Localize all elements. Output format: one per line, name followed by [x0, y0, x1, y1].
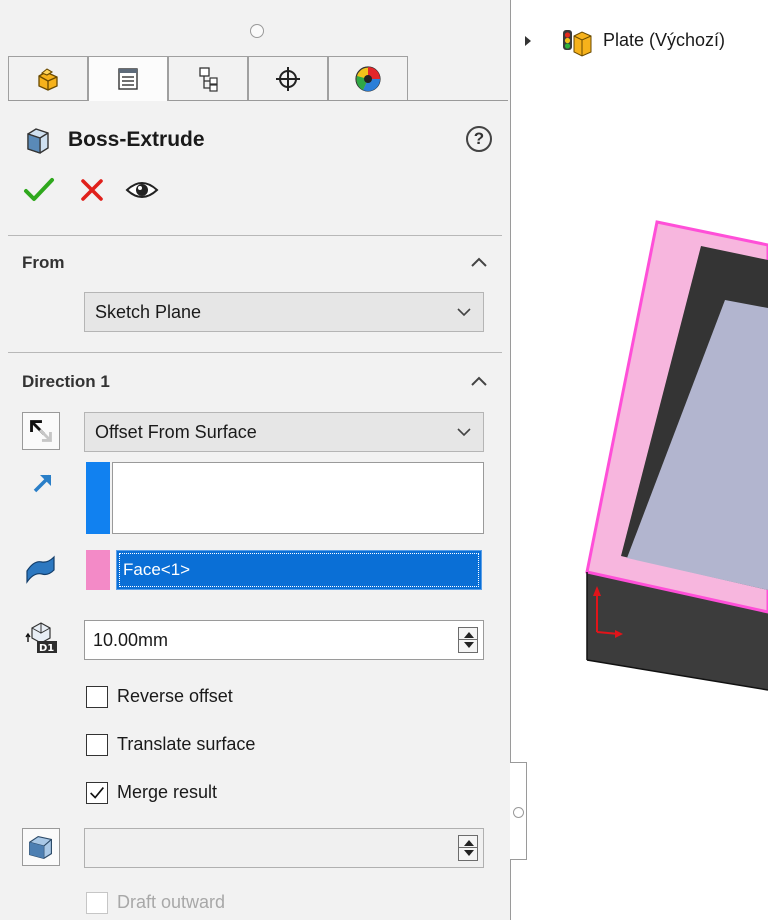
direction-reference-box[interactable]	[112, 462, 484, 534]
spin-up-icon	[464, 632, 474, 638]
eye-icon[interactable]	[124, 172, 160, 208]
separator	[8, 235, 502, 236]
reverse-direction-icon	[30, 420, 52, 442]
feature-manager-icon	[38, 67, 58, 91]
translate-surface-checkbox[interactable]	[86, 734, 108, 756]
face-selection-box[interactable]: Face<1>	[116, 550, 482, 590]
chevron-up-icon[interactable]	[470, 256, 488, 268]
draft-outward-checkbox	[86, 892, 108, 914]
spin-down-icon	[464, 642, 474, 648]
face-selection-value: Face<1>	[123, 560, 191, 579]
3d-plate-model[interactable]	[511, 0, 768, 920]
display-manager-icon	[355, 65, 381, 92]
end-condition-select[interactable]: Offset From Surface	[84, 412, 484, 452]
reverse-offset-label: Reverse offset	[117, 686, 233, 706]
offset-distance-spinner[interactable]	[458, 627, 478, 653]
spin-down-icon	[464, 850, 474, 856]
direction1-section-heading: Direction 1	[22, 372, 110, 391]
merge-result-label: Merge result	[117, 782, 218, 802]
face-color-swatch	[86, 550, 110, 590]
configuration-manager-icon	[199, 66, 218, 92]
chevron-down-icon	[457, 428, 471, 437]
tab-configuration-manager[interactable]	[168, 56, 248, 100]
tab-feature-manager[interactable]	[8, 56, 88, 100]
merge-result-checkbox[interactable]	[86, 782, 108, 804]
chevron-down-icon	[457, 308, 471, 317]
tab-property-manager[interactable]	[88, 56, 168, 101]
feature-title-row: Boss-Extrude ?	[22, 122, 492, 158]
end-condition-value: Offset From Surface	[95, 422, 257, 442]
translate-surface-label: Translate surface	[117, 734, 256, 754]
from-section-heading: From	[22, 253, 65, 272]
checkmark-icon[interactable]	[22, 172, 58, 208]
offset-distance-icon: D1	[25, 622, 57, 654]
manager-tab-strip	[8, 56, 508, 101]
draft-toggle-button[interactable]	[22, 828, 60, 866]
reverse-offset-checkbox[interactable]	[86, 686, 108, 708]
chevron-up-icon[interactable]	[470, 375, 488, 387]
separator	[8, 352, 502, 353]
boss-extrude-icon	[27, 128, 49, 154]
tab-dimxpert-manager[interactable]	[248, 56, 328, 100]
draft-angle-spinner[interactable]	[458, 835, 478, 861]
graphics-viewport[interactable]: Plate (Výchozí)	[511, 0, 768, 920]
help-icon[interactable]: ?	[466, 126, 492, 152]
checkmark-icon	[90, 787, 104, 799]
draft-icon	[29, 835, 52, 859]
direction-color-swatch	[86, 462, 110, 534]
crosshair-icon	[276, 66, 300, 91]
property-manager-panel: Boss-Extrude ? From Sketch Plane Directi…	[0, 0, 511, 920]
svg-text:D1: D1	[39, 643, 54, 654]
close-icon[interactable]	[74, 172, 110, 208]
panel-resize-grip[interactable]	[250, 24, 264, 38]
feature-action-row	[22, 172, 222, 212]
draft-outward-label: Draft outward	[117, 892, 226, 912]
offset-distance-input[interactable]: 10.00mm	[84, 620, 484, 660]
tab-display-manager[interactable]	[328, 56, 408, 100]
property-manager-icon	[118, 68, 138, 90]
spin-up-icon	[464, 840, 474, 846]
feature-title: Boss-Extrude	[68, 128, 205, 151]
surface-face-icon	[26, 555, 55, 584]
offset-distance-value: 10.00mm	[93, 630, 169, 650]
draft-angle-input[interactable]	[84, 828, 484, 868]
from-select-value: Sketch Plane	[95, 302, 202, 322]
reverse-direction-button[interactable]	[22, 412, 60, 450]
direction-arrow-icon	[33, 474, 52, 493]
from-select[interactable]: Sketch Plane	[84, 292, 484, 332]
